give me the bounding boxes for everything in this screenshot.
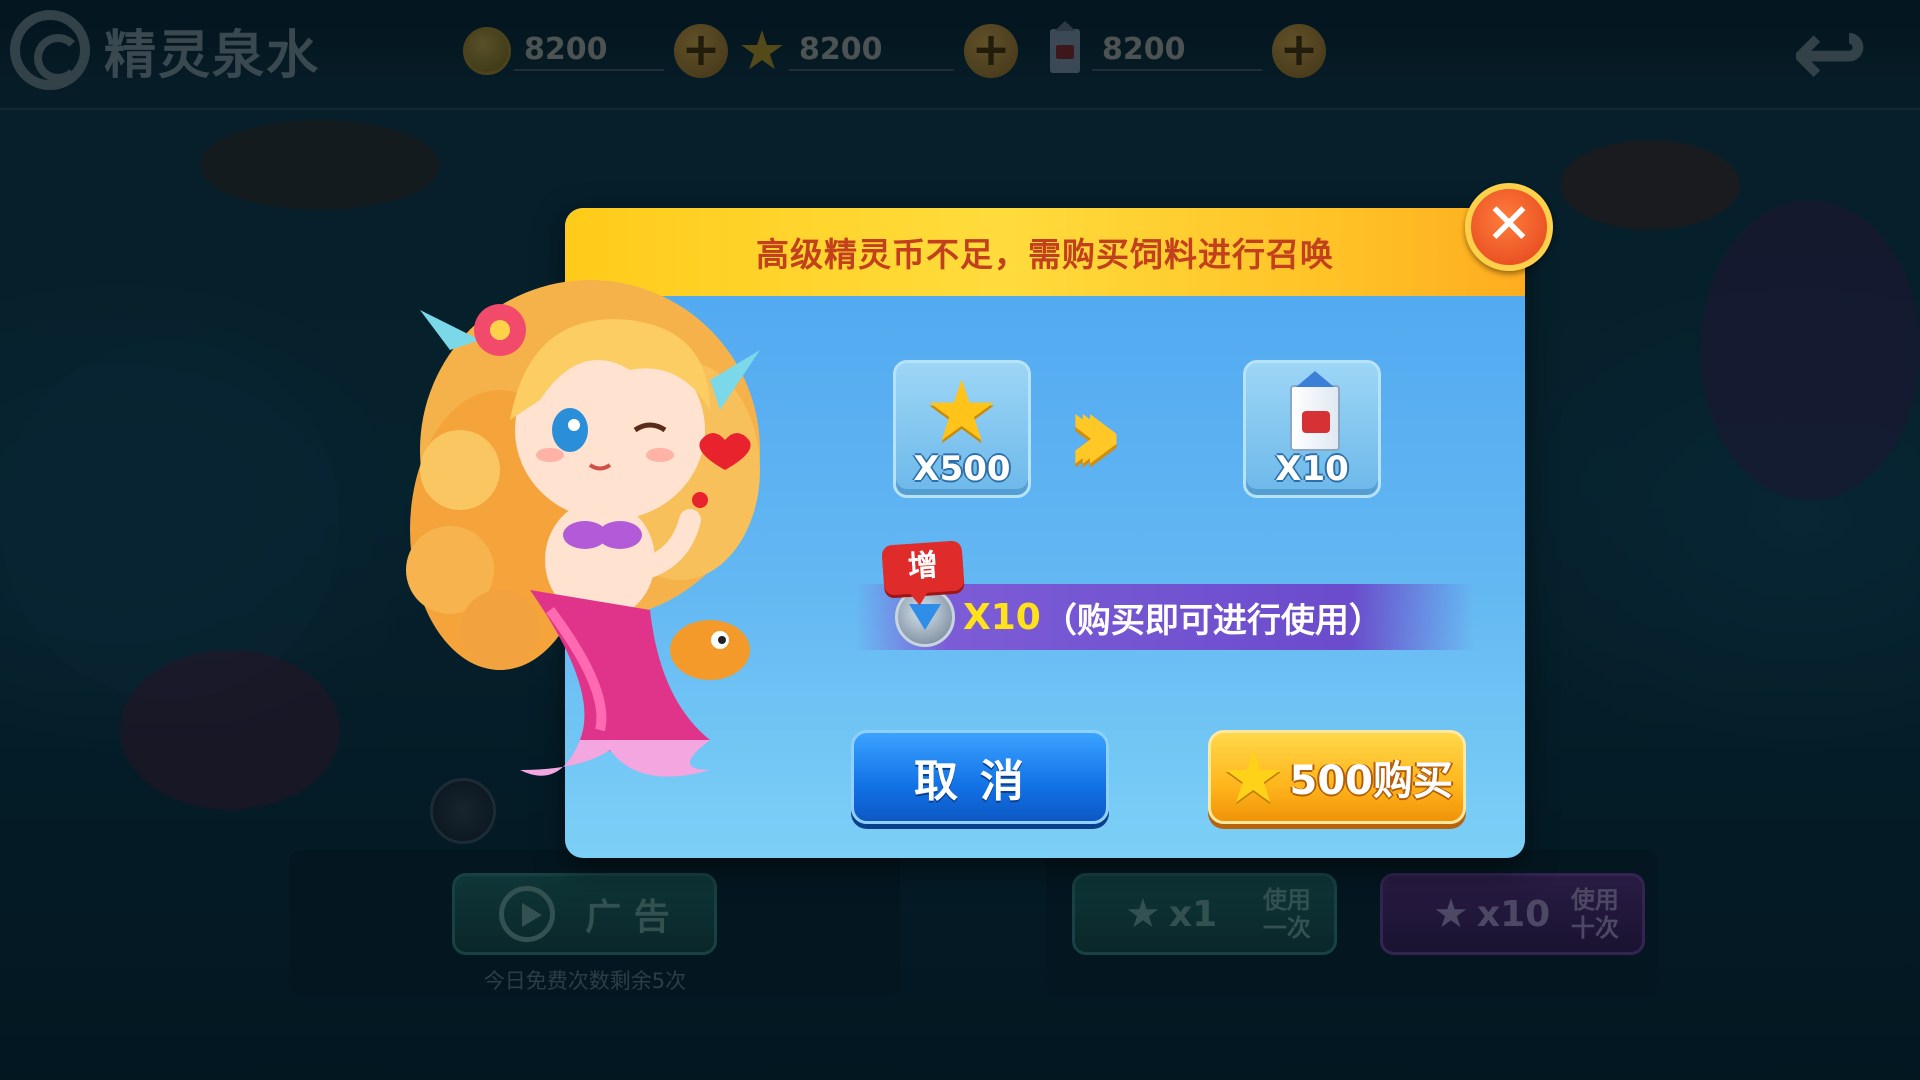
close-icon[interactable]: ✕ <box>1465 183 1553 271</box>
bonus-strip: X10 （购买即可进行使用） <box>855 584 1475 650</box>
cancel-button[interactable]: 取消 <box>851 730 1109 824</box>
bonus-tag: 增 <box>881 540 965 596</box>
bonus-note: （购买即可进行使用） <box>1042 600 1383 641</box>
milk-carton-icon <box>1290 385 1340 451</box>
dialog-title: 高级精灵币不足，需购买饲料进行召唤 <box>756 235 1334 274</box>
triple-arrow-icon: ››› <box>1065 369 1125 497</box>
reward-item-label: X10 <box>1275 449 1349 489</box>
cost-item-card: ★ X500 <box>893 360 1031 498</box>
cost-item-label: X500 <box>913 449 1011 489</box>
mermaid-illustration <box>406 280 760 777</box>
buy-button[interactable]: ★ 500购买 <box>1208 730 1466 824</box>
star-icon: ★ <box>924 362 1000 460</box>
buy-label: 500购买 <box>1289 758 1454 804</box>
bonus-count: X10 <box>963 596 1041 638</box>
reward-item-card: X10 <box>1243 360 1381 498</box>
star-icon: ★ <box>1220 735 1286 819</box>
